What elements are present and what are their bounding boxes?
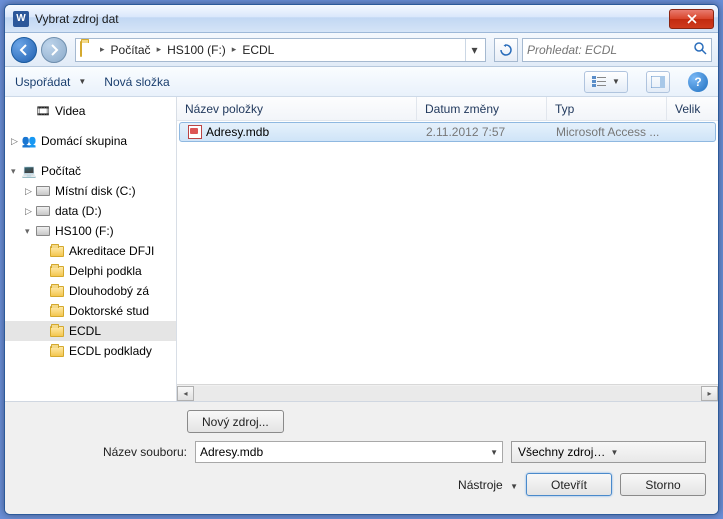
chevron-right-icon: ▸ [155, 44, 164, 55]
drive-icon [35, 183, 51, 199]
drive-icon [35, 203, 51, 219]
tree-item-drive-c[interactable]: ▷Místní disk (C:) [5, 181, 176, 201]
folder-icon [49, 263, 65, 279]
breadcrumb-dropdown[interactable]: ▾ [465, 39, 483, 61]
file-list[interactable]: Adresy.mdb 2.11.2012 7:57 Microsoft Acce… [177, 121, 718, 384]
scroll-track[interactable] [194, 386, 701, 401]
body: 🎞Videa ▷👥Domácí skupina ▾💻Počítač ▷Místn… [5, 97, 718, 401]
chevron-down-icon: ▼ [611, 448, 700, 457]
view-icon [592, 76, 606, 88]
breadcrumb-seg[interactable]: Počítač [107, 43, 155, 57]
chevron-down-icon: ▼ [78, 77, 86, 86]
file-filter-dropdown[interactable]: Všechny zdroje dat (*.odc;*.md ▼ [511, 441, 706, 463]
new-source-button[interactable]: Nový zdroj... [187, 410, 284, 433]
tree-item-drive-f[interactable]: ▾HS100 (F:) [5, 221, 176, 241]
access-db-icon [188, 125, 202, 139]
folder-icon [49, 303, 65, 319]
file-row[interactable]: Adresy.mdb 2.11.2012 7:57 Microsoft Acce… [179, 122, 716, 142]
titlebar: W Vybrat zdroj dat [5, 5, 718, 33]
folder-icon [49, 343, 65, 359]
file-type-cell: Microsoft Access ... [548, 125, 698, 139]
refresh-button[interactable] [494, 38, 518, 62]
toolbar: Uspořádat ▼ Nová složka ▼ ? [5, 67, 718, 97]
col-type[interactable]: Typ [547, 97, 667, 120]
new-folder-button[interactable]: Nová složka [104, 75, 169, 89]
cancel-button[interactable]: Storno [620, 473, 706, 496]
breadcrumb-seg[interactable]: HS100 (F:) [163, 43, 230, 57]
arrow-right-icon [47, 43, 61, 57]
chevron-right-icon: ▸ [98, 44, 107, 55]
filename-input[interactable] [200, 445, 486, 459]
refresh-icon [500, 44, 512, 56]
close-icon [687, 14, 697, 24]
nav-bar: ▸ Počítač ▸ HS100 (F:) ▸ ECDL ▾ [5, 33, 718, 67]
tree-item-drive-d[interactable]: ▷data (D:) [5, 201, 176, 221]
view-mode-button[interactable]: ▼ [584, 71, 628, 93]
col-size[interactable]: Velik [667, 97, 718, 120]
tree-item[interactable]: Akreditace DFJI [5, 241, 176, 261]
folder-icon [49, 283, 65, 299]
search-icon[interactable] [694, 42, 707, 58]
tree-item[interactable]: ECDL podklady [5, 341, 176, 361]
tree-item[interactable]: Dlouhodobý zá [5, 281, 176, 301]
search-box[interactable] [522, 38, 712, 62]
film-icon: 🎞 [35, 103, 51, 119]
horizontal-scrollbar[interactable]: ◂ ▸ [177, 384, 718, 401]
word-icon: W [13, 11, 29, 27]
scroll-right-button[interactable]: ▸ [701, 386, 718, 401]
folder-icon [80, 42, 96, 58]
footer: Nový zdroj... Název souboru: ▼ Všechny z… [5, 401, 718, 514]
back-button[interactable] [11, 37, 37, 63]
column-headers: Název položky Datum změny Typ Velik [177, 97, 718, 121]
arrow-left-icon [17, 43, 31, 57]
breadcrumb-seg[interactable]: ECDL [238, 43, 278, 57]
chevron-down-icon: ▼ [510, 482, 518, 491]
tools-menu[interactable]: Nástroje ▼ [458, 478, 518, 492]
drive-icon [35, 223, 51, 239]
folder-icon [49, 323, 65, 339]
organize-menu[interactable]: Uspořádat ▼ [15, 75, 86, 89]
pane-icon [651, 76, 665, 88]
file-pane: Název položky Datum změny Typ Velik Adre… [177, 97, 718, 401]
close-button[interactable] [669, 9, 714, 29]
tree-item[interactable]: Doktorské stud [5, 301, 176, 321]
file-name-cell: Adresy.mdb [180, 125, 418, 139]
window-title: Vybrat zdroj dat [35, 12, 669, 26]
search-input[interactable] [527, 43, 690, 57]
tree-item[interactable]: Delphi podkla [5, 261, 176, 281]
col-name[interactable]: Název položky [177, 97, 417, 120]
chevron-down-icon: ▼ [612, 77, 620, 86]
filename-combo[interactable]: ▼ [195, 441, 503, 463]
dialog-window: W Vybrat zdroj dat ▸ Počítač ▸ HS100 (F:… [4, 4, 719, 515]
tree-item-homegroup[interactable]: ▷👥Domácí skupina [5, 131, 176, 151]
folder-tree[interactable]: 🎞Videa ▷👥Domácí skupina ▾💻Počítač ▷Místn… [5, 97, 177, 401]
col-date[interactable]: Datum změny [417, 97, 547, 120]
file-date-cell: 2.11.2012 7:57 [418, 125, 548, 139]
tree-item-computer[interactable]: ▾💻Počítač [5, 161, 176, 181]
open-button[interactable]: Otevřít [526, 473, 612, 496]
filename-label: Název souboru: [17, 445, 187, 459]
breadcrumb[interactable]: ▸ Počítač ▸ HS100 (F:) ▸ ECDL ▾ [75, 38, 486, 62]
folder-icon [49, 243, 65, 259]
tree-item-ecdl[interactable]: ECDL [5, 321, 176, 341]
homegroup-icon: 👥 [21, 133, 37, 149]
preview-pane-button[interactable] [646, 71, 670, 93]
forward-button[interactable] [41, 37, 67, 63]
scroll-left-button[interactable]: ◂ [177, 386, 194, 401]
computer-icon: 💻 [21, 163, 37, 179]
help-button[interactable]: ? [688, 72, 708, 92]
chevron-right-icon: ▸ [230, 44, 239, 55]
tree-item-videa[interactable]: 🎞Videa [5, 101, 176, 121]
chevron-down-icon[interactable]: ▼ [490, 448, 498, 457]
